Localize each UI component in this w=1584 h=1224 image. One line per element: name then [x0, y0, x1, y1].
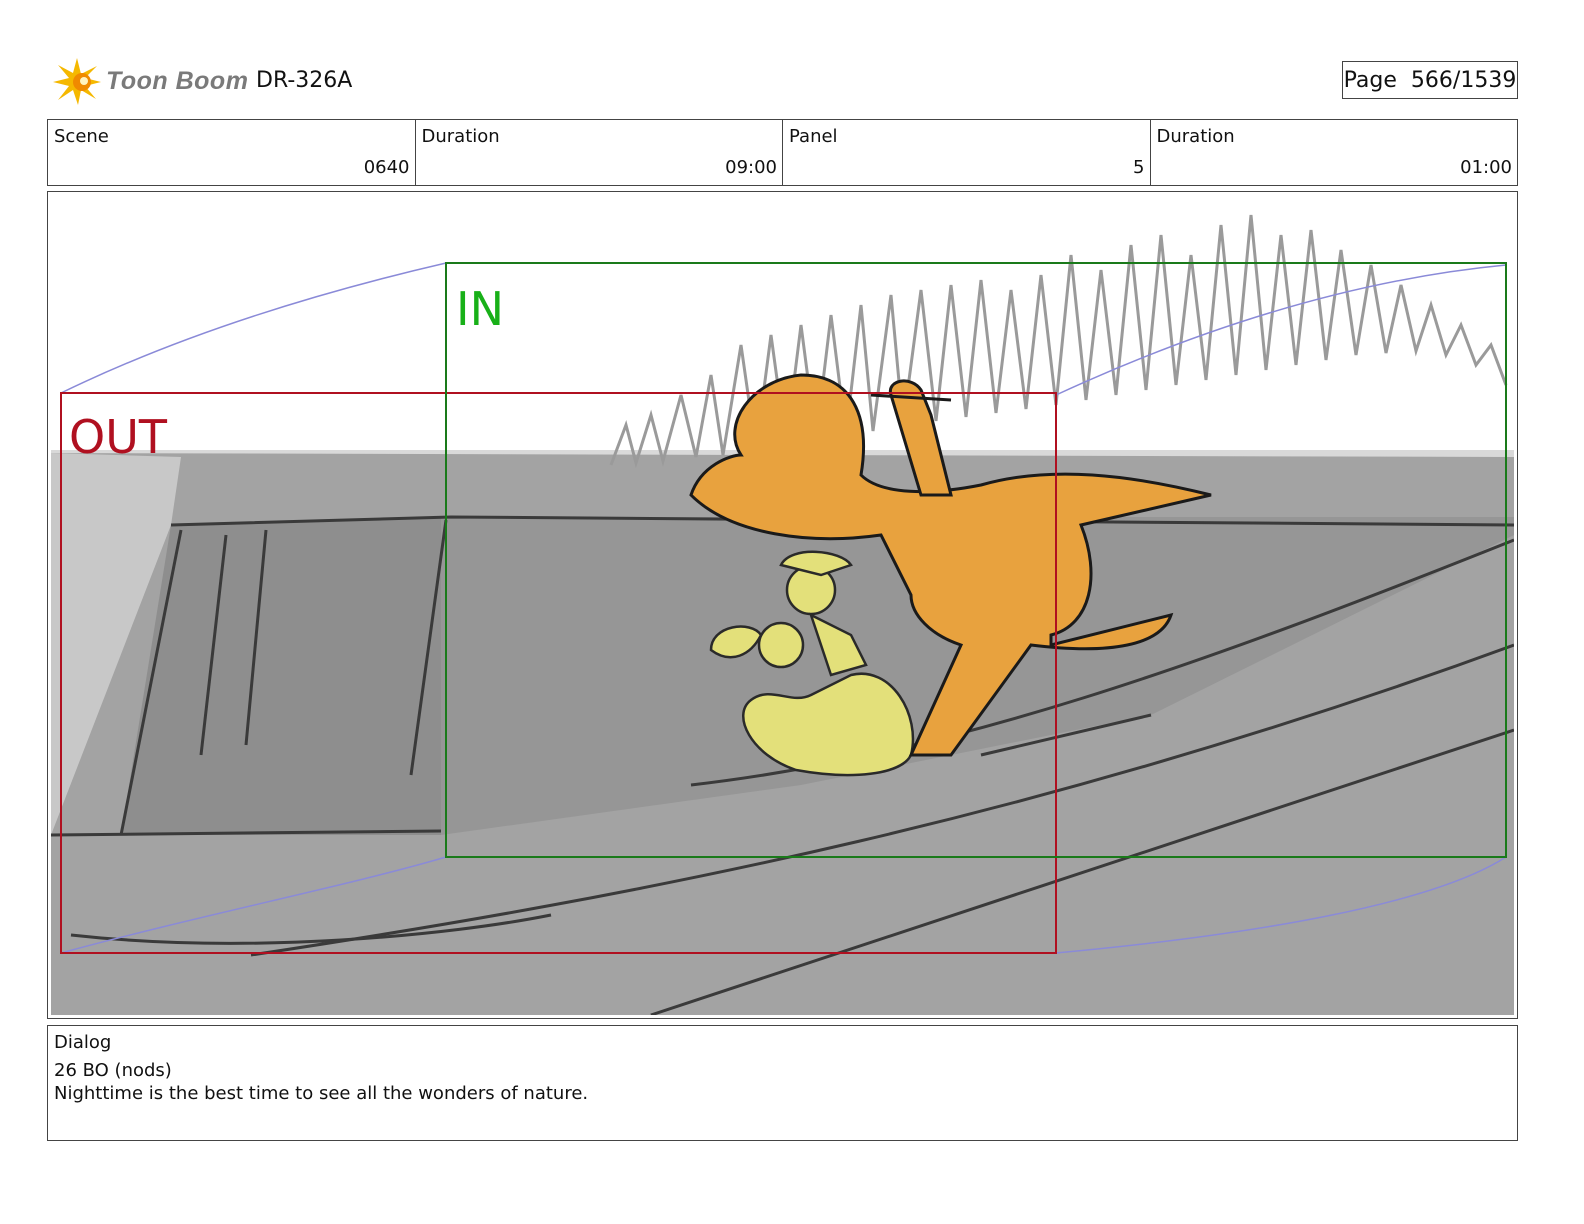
panel-duration-cell: Duration 01:00 [1151, 120, 1518, 185]
scene-label: Scene [54, 126, 109, 147]
panel-duration-label: Duration [1156, 126, 1235, 147]
panel-artwork: OUT IN [51, 195, 1514, 1015]
page-value: 566/1539 [1410, 67, 1517, 93]
scene-duration-cell: Duration 09:00 [416, 120, 783, 185]
scene-cell: Scene 0640 [48, 120, 416, 185]
out-label: OUT [69, 410, 168, 464]
in-label: IN [456, 282, 504, 336]
toon-boom-logo: Toon Boom [52, 56, 248, 106]
dialog-label: Dialog [54, 1032, 112, 1053]
page-counter: Page 566/1539 [1342, 61, 1518, 99]
panel-cell: Panel 5 [783, 120, 1151, 185]
page-label: Page [1343, 67, 1397, 93]
panel-duration-value: 01:00 [1460, 157, 1512, 178]
scene-value: 0640 [363, 157, 410, 178]
panel-value: 5 [1133, 157, 1145, 178]
storyboard-panel: OUT IN [47, 191, 1518, 1019]
dialog-box: Dialog 26 BO (nods) Nighttime is the bes… [47, 1025, 1518, 1141]
scene-duration-value: 09:00 [725, 157, 777, 178]
panel-label: Panel [789, 126, 838, 147]
logo-text: Toon Boom [106, 66, 249, 95]
scene-info-row: Scene 0640 Duration 09:00 Panel 5 Durati… [47, 119, 1518, 186]
document-id: DR-326A [256, 68, 353, 93]
scene-duration-label: Duration [421, 126, 500, 147]
dialog-line: 26 BO (nods) [54, 1060, 172, 1081]
dialog-line: Nighttime is the best time to see all th… [54, 1083, 589, 1104]
starburst-logo-icon [53, 58, 101, 105]
